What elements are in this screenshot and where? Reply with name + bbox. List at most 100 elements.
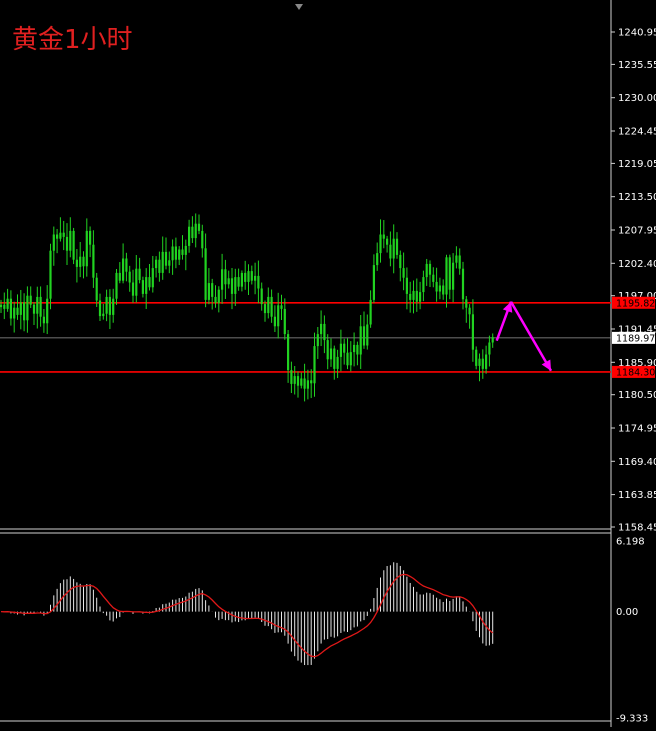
candle-body: [333, 348, 336, 369]
candle-body: [458, 255, 461, 269]
candle-body: [98, 300, 102, 317]
candle-body: [432, 274, 435, 282]
candle-body: [105, 296, 108, 314]
price-tick-label: 1174.95: [618, 424, 656, 435]
price-tick-label: 1158.45: [618, 523, 656, 534]
price-tick-label: 1163.85: [618, 490, 656, 501]
candle-body: [448, 257, 451, 290]
candle-body: [194, 223, 197, 239]
price-tick-label: 1202.40: [618, 259, 656, 270]
macd-tick-label: 6.198: [616, 537, 645, 548]
price-tick-label: 1213.50: [618, 192, 656, 203]
candle-body: [46, 298, 49, 324]
candle-body: [260, 288, 263, 305]
candle-body: [376, 253, 379, 266]
candle-body: [0, 304, 3, 308]
candle-body: [313, 346, 316, 384]
candle-body: [405, 277, 408, 294]
candle-body: [191, 226, 194, 239]
candle-body: [62, 232, 65, 237]
candle-body: [273, 316, 276, 327]
candle-body: [59, 232, 62, 239]
price-tick-label: 1169.40: [618, 457, 656, 468]
candle-body: [214, 296, 217, 303]
candle-body: [197, 223, 201, 231]
price-tick-label: 1180.50: [618, 390, 656, 401]
candle-body: [247, 271, 250, 282]
candle-body: [326, 340, 329, 360]
candle-body: [108, 296, 111, 315]
candle-body: [122, 258, 125, 281]
candle-body: [181, 249, 184, 255]
candle-body: [461, 268, 465, 300]
price-tick-label: 1240.95: [618, 28, 656, 39]
candle-body: [481, 358, 484, 369]
candle-body: [32, 304, 36, 314]
candle-body: [415, 290, 418, 302]
candle-body: [244, 272, 247, 282]
chart: 1240.95 1235.55 1230.00 1224.45 1219.05 1213.…: [0, 0, 656, 727]
candle-body: [359, 326, 362, 355]
candle-body: [419, 292, 422, 302]
candle-body: [234, 277, 237, 294]
price-tick-label: 1230.00: [618, 93, 656, 104]
candle-body: [201, 230, 204, 249]
candle-body: [468, 307, 471, 315]
candle-body: [178, 249, 181, 260]
candle-body: [9, 298, 12, 319]
candle-body: [23, 302, 26, 321]
candle-body: [395, 238, 399, 255]
candle-body: [161, 251, 164, 273]
candle-body: [290, 370, 293, 384]
candle-body: [102, 313, 105, 317]
candle-body: [399, 254, 402, 269]
macd-tick-label: -9.333: [616, 714, 648, 725]
candle-body: [65, 236, 69, 251]
candle-body: [353, 344, 356, 353]
candle-body: [227, 278, 230, 285]
candle-body: [26, 295, 29, 321]
candle-body: [409, 293, 412, 300]
candle-body: [240, 272, 243, 287]
candle-body: [174, 246, 177, 260]
candle-body: [452, 262, 455, 290]
candle-body: [346, 352, 349, 366]
candle-body: [89, 230, 92, 245]
price-tick-label: 1235.55: [618, 60, 656, 71]
candle-body: [485, 354, 488, 369]
candle-body: [296, 376, 300, 386]
candle-body: [257, 275, 260, 289]
candle-body: [267, 296, 270, 314]
price-tick-label: 1224.45: [618, 127, 656, 138]
candle-body: [75, 259, 78, 267]
candle-body: [158, 259, 161, 273]
candle-body: [349, 352, 352, 366]
price-tag-label: 1189.97: [616, 333, 655, 344]
candle-body: [277, 305, 280, 327]
candle-body: [85, 230, 88, 267]
candle-body: [131, 282, 135, 296]
candle-body: [13, 307, 16, 319]
price-tags: 1195.82 1184.30 1189.97: [612, 296, 655, 378]
candle-body: [491, 337, 494, 343]
candle-body: [343, 343, 346, 353]
chart-title: 黄金1小时: [12, 25, 133, 55]
candle-body: [336, 356, 339, 369]
candle-body: [42, 316, 45, 324]
candle-body: [323, 323, 326, 341]
candle-body: [250, 271, 253, 281]
candle-body: [204, 248, 207, 300]
candle-body: [29, 295, 32, 305]
candle-body: [283, 308, 286, 335]
price-tick-label: 1219.05: [618, 159, 656, 170]
candle-body: [79, 256, 82, 267]
candle-body: [164, 251, 168, 266]
candle-body: [422, 277, 425, 293]
candle-body: [379, 234, 382, 254]
candle-body: [488, 342, 491, 355]
candle-body: [382, 234, 385, 239]
price-tag-label: 1184.30: [616, 367, 655, 378]
candle-body: [49, 250, 52, 299]
candle-body: [155, 259, 158, 269]
candle-body: [125, 258, 128, 272]
